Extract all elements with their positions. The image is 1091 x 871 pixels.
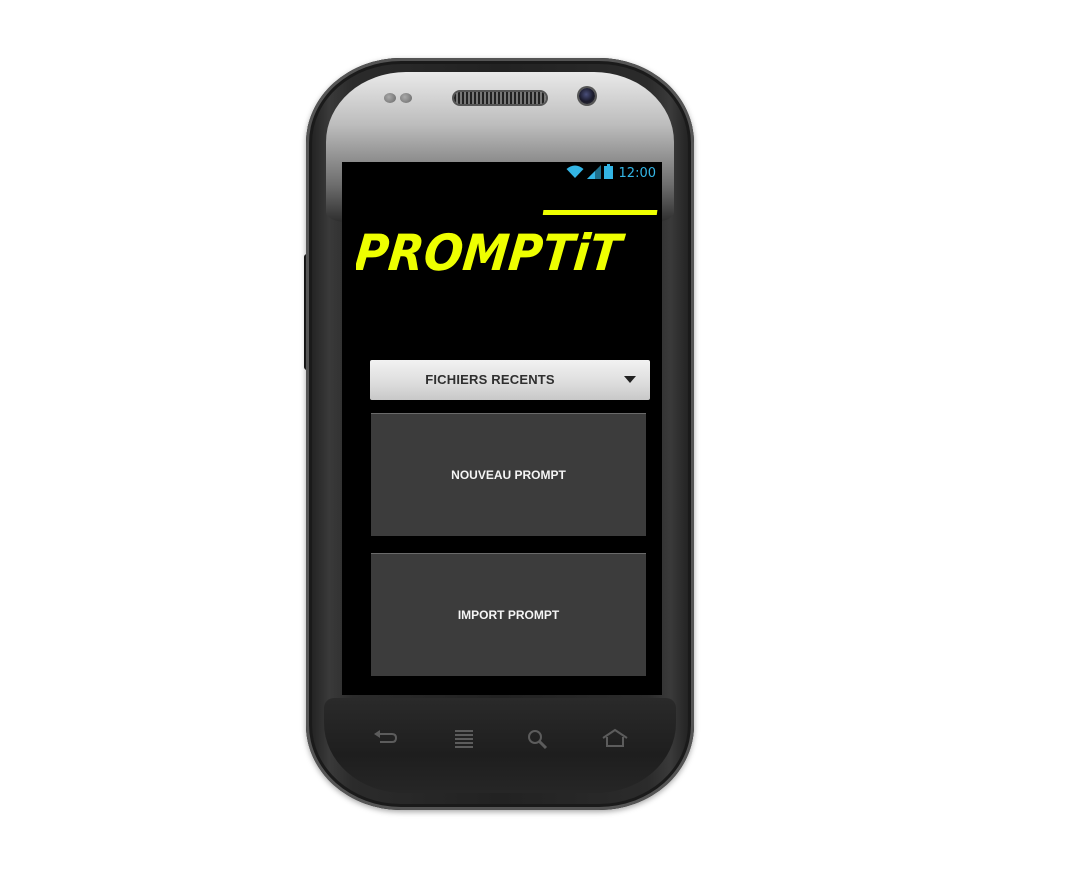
front-camera bbox=[579, 88, 595, 104]
app-screen: 12:00 PROMPTiT FICHIERS RECENTS NOUVEAU … bbox=[342, 162, 662, 695]
app-logo: PROMPTiT bbox=[352, 206, 660, 286]
status-icons: 12:00 bbox=[566, 164, 656, 184]
status-bar: 12:00 bbox=[342, 162, 662, 186]
menu-icon[interactable] bbox=[450, 728, 478, 752]
import-prompt-button[interactable]: IMPORT PROMPT bbox=[371, 553, 646, 676]
proximity-sensor-right bbox=[400, 93, 412, 103]
home-icon[interactable] bbox=[601, 728, 629, 752]
earpiece-speaker bbox=[454, 92, 546, 104]
new-prompt-label: NOUVEAU PROMPT bbox=[451, 468, 566, 482]
new-prompt-button[interactable]: NOUVEAU PROMPT bbox=[371, 413, 646, 536]
status-clock: 12:00 bbox=[618, 166, 656, 181]
import-prompt-label: IMPORT PROMPT bbox=[457, 608, 560, 622]
logo-text: PROMPTiT bbox=[356, 223, 628, 282]
battery-icon bbox=[603, 164, 613, 184]
recent-files-label: FICHIERS RECENTS bbox=[425, 372, 555, 387]
wifi-icon bbox=[566, 165, 584, 184]
signal-icon bbox=[586, 164, 601, 184]
search-icon[interactable] bbox=[524, 728, 552, 752]
caret-down-icon bbox=[624, 376, 636, 383]
recent-files-dropdown[interactable]: FICHIERS RECENTS bbox=[370, 360, 650, 400]
emulator-stage: 12:00 PROMPTiT FICHIERS RECENTS NOUVEAU … bbox=[0, 0, 1091, 871]
proximity-sensor-left bbox=[384, 93, 396, 103]
back-icon[interactable] bbox=[372, 728, 400, 752]
